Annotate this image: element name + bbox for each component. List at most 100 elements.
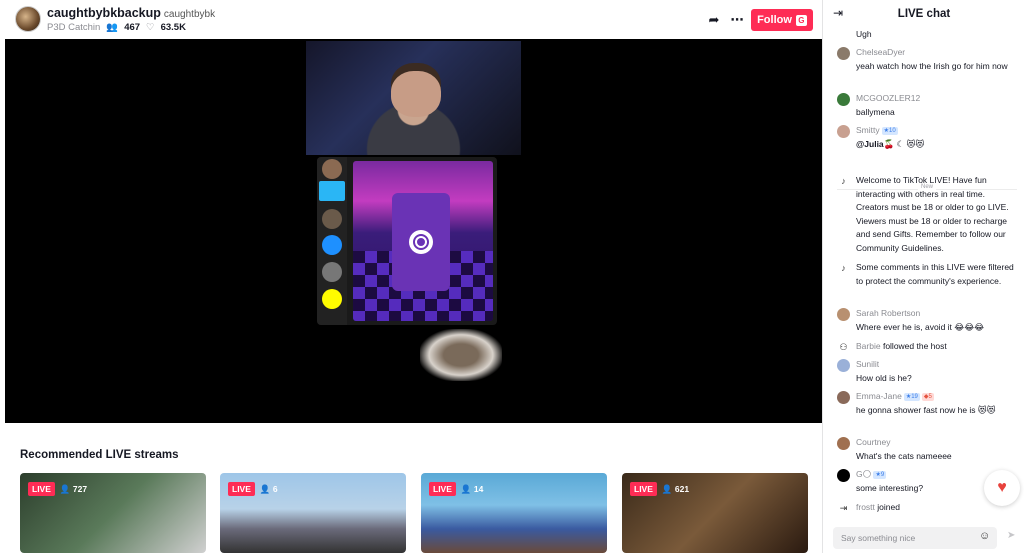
username[interactable]: G🌕 bbox=[856, 469, 871, 479]
viewer-count: 👤 727 bbox=[59, 483, 88, 494]
emoji-icon[interactable]: ☺ bbox=[979, 530, 990, 542]
viewer-count: 467 bbox=[124, 22, 141, 33]
streamer-webcam-feed bbox=[306, 41, 521, 155]
message-text: @Julia🍒 ☾ 😻😻 bbox=[856, 138, 925, 149]
main-area: caughtbybkbackup caughtbybk P3D Catchin 👥… bbox=[0, 0, 822, 553]
username-row: Emma-Jane ★19 ◆5 bbox=[856, 390, 1017, 404]
profile-icon bbox=[322, 159, 342, 179]
live-tag: LIVE 👤 14 bbox=[429, 482, 483, 496]
recommended-stream-card[interactable]: LIVE 👤 727 bbox=[20, 473, 206, 553]
viewer-count: 👤 14 bbox=[460, 483, 484, 494]
username-row: Smitty ★10 bbox=[856, 124, 1017, 138]
join-icon: ⇥ bbox=[839, 503, 848, 513]
person-blue-icon bbox=[322, 235, 342, 255]
user-avatar[interactable] bbox=[837, 391, 850, 404]
streamer-name[interactable]: caughtbybkbackup caughtbybk bbox=[47, 6, 215, 20]
user-avatar[interactable] bbox=[837, 125, 850, 138]
viewers-icon: 👥 bbox=[106, 22, 119, 33]
recommended-stream-card[interactable]: LIVE 👤 6 bbox=[220, 473, 406, 553]
live-tag: LIVE 👤 6 bbox=[228, 482, 278, 496]
chat-input[interactable]: Say something nice bbox=[833, 527, 997, 549]
chat-message: ChelseaDyer yeah watch how the Irish go … bbox=[837, 46, 1017, 73]
username[interactable]: MCGOOZLER12 bbox=[856, 92, 1017, 106]
chat-messages[interactable]: Ugh ChelseaDyer yeah watch how the Irish… bbox=[823, 28, 1024, 518]
user-avatar[interactable] bbox=[837, 93, 850, 106]
tiktok-icon: ♪ bbox=[841, 263, 846, 273]
chat-message: Sunilit How old is he? bbox=[837, 358, 1017, 385]
user-avatar[interactable] bbox=[837, 308, 850, 321]
message-text: Ugh bbox=[856, 29, 872, 39]
message-text: ballymena bbox=[856, 106, 895, 117]
follow-event: ⚇ Barbie followed the host bbox=[837, 340, 1017, 354]
message-text: What's the cats nameeee bbox=[856, 450, 952, 461]
message-text: joined bbox=[877, 502, 900, 512]
chat-header: ⇥ LIVE chat bbox=[823, 0, 1024, 28]
category-label[interactable]: P3D Catchin bbox=[47, 22, 100, 33]
live-badge: LIVE bbox=[228, 482, 255, 496]
streamer-avatar[interactable] bbox=[15, 6, 41, 32]
stream-stats: P3D Catchin 👥 467 ♡ 63.5K bbox=[47, 22, 186, 33]
viewer-count: 👤 621 bbox=[661, 483, 690, 494]
streamer-name-text[interactable]: caughtbybkbackup bbox=[47, 6, 161, 20]
live-badge: LIVE bbox=[28, 482, 55, 496]
cat-image bbox=[420, 329, 502, 381]
friend-icon bbox=[322, 209, 342, 229]
user-avatar[interactable] bbox=[837, 359, 850, 372]
recommended-title: Recommended LIVE streams bbox=[20, 449, 179, 461]
camera-icon bbox=[409, 230, 433, 254]
message-text: Some comments in this LIVE were filtered… bbox=[856, 262, 1014, 286]
fan-badge: ★10 bbox=[881, 126, 898, 135]
live-tag: LIVE 👤 727 bbox=[28, 482, 87, 496]
username[interactable]: frostt bbox=[856, 502, 875, 512]
gift-badge: G bbox=[795, 14, 807, 26]
follow-user-icon: ⚇ bbox=[839, 342, 848, 352]
user-avatar[interactable] bbox=[837, 437, 850, 450]
phone-screen-capture bbox=[317, 157, 497, 325]
username[interactable]: Sarah Robertson bbox=[856, 307, 1017, 321]
viewer-count: 👤 6 bbox=[259, 483, 278, 494]
message-text: yeah watch how the Irish go for him now bbox=[856, 60, 1008, 71]
user-avatar[interactable] bbox=[837, 47, 850, 60]
chat-title: LIVE chat bbox=[897, 8, 951, 20]
live-badge: LIVE bbox=[630, 482, 657, 496]
fan-badge: ★9 bbox=[873, 470, 887, 479]
username[interactable]: Barbie bbox=[856, 341, 881, 351]
like-heart-icon[interactable]: ♥ bbox=[984, 470, 1020, 506]
streamer-handle: caughtbybk bbox=[163, 9, 216, 20]
message-text: followed the host bbox=[882, 341, 947, 351]
likes-icon: ♡ bbox=[146, 22, 155, 33]
camera-overlay-card bbox=[392, 193, 450, 291]
follow-button[interactable]: Follow G bbox=[751, 9, 813, 31]
user-avatar[interactable] bbox=[837, 469, 850, 482]
username[interactable]: Emma-Jane bbox=[856, 391, 902, 401]
more-options-icon[interactable]: ⋯ bbox=[727, 10, 747, 30]
chat-message: Smitty ★10 @Julia🍒 ☾ 😻😻 bbox=[837, 124, 1017, 151]
chat-message: Ugh bbox=[837, 28, 1017, 42]
join-event: ⇥ frostt joined bbox=[837, 501, 1017, 515]
chat-message: MCGOOZLER12 ballymena bbox=[837, 92, 1017, 119]
tiktok-icon: ♪ bbox=[841, 176, 846, 186]
send-icon[interactable]: ➤ bbox=[1007, 530, 1015, 541]
follow-label: Follow bbox=[757, 14, 792, 26]
fan-badge: ★19 bbox=[903, 392, 920, 401]
stream-header: caughtbybkbackup caughtbybk P3D Catchin 👥… bbox=[0, 0, 822, 39]
snapchat-icon bbox=[322, 289, 342, 309]
recommended-stream-card[interactable]: LIVE 👤 14 bbox=[421, 473, 607, 553]
message-text: Welcome to TikTok LIVE! Have fun interac… bbox=[856, 175, 1009, 253]
live-tag: LIVE 👤 621 bbox=[630, 482, 689, 496]
live-chat-panel: ⇥ LIVE chat Ugh ChelseaDyer yeah watch h… bbox=[822, 0, 1024, 553]
recommended-stream-card[interactable]: LIVE 👤 621 bbox=[622, 473, 808, 553]
username[interactable]: Courtney bbox=[856, 436, 1017, 450]
username[interactable]: Smitty bbox=[856, 125, 880, 135]
game-screen bbox=[353, 161, 493, 321]
username[interactable]: Sunilit bbox=[856, 358, 1017, 372]
system-message: ♪ Some comments in this LIVE were filter… bbox=[837, 261, 1017, 288]
message-text: Where ever he is, avoid it 😂😂😂 bbox=[856, 321, 985, 332]
system-message: ♪ Welcome to TikTok LIVE! Have fun inter… bbox=[837, 174, 1017, 255]
chat-message: Sarah Robertson Where ever he is, avoid … bbox=[837, 307, 1017, 334]
share-icon[interactable]: ➦ bbox=[704, 10, 724, 30]
message-text: he gonna shower fast now he is 😻😻 bbox=[856, 404, 996, 415]
live-video-player[interactable] bbox=[5, 39, 822, 423]
chat-message: Emma-Jane ★19 ◆5 he gonna shower fast now … bbox=[837, 390, 1017, 417]
username[interactable]: ChelseaDyer bbox=[856, 46, 1017, 60]
